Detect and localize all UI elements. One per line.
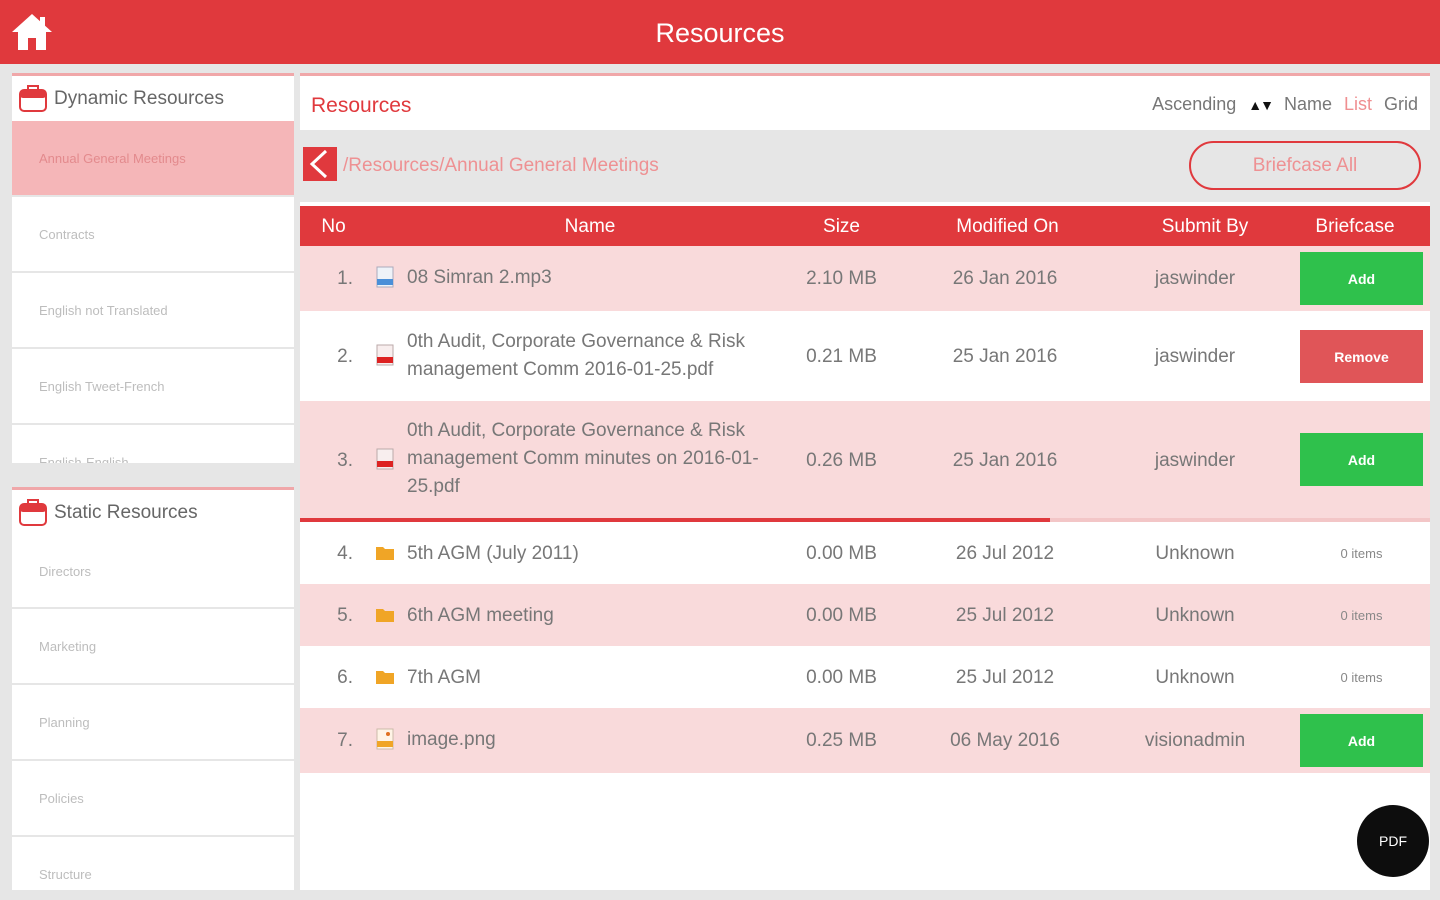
sort-arrows-icon[interactable]: ▲▼ (1248, 97, 1274, 113)
file-size: 2.10 MB (806, 268, 877, 289)
modified-date: 26 Jul 2012 (955, 543, 1055, 564)
file-name[interactable]: 0th Audit, Corporate Governance & Risk m… (407, 328, 782, 384)
folder-icon (376, 671, 394, 684)
briefcase-icon (19, 498, 47, 526)
dynamic-resources-title: Dynamic Resources (54, 87, 224, 109)
sidebar-item-english-tweet-french[interactable]: English Tweet-French (12, 349, 294, 425)
table-row[interactable]: 4. 5th AGM (July 2011) 0.00 MB 26 Jul 20… (300, 522, 1430, 584)
view-list-button[interactable]: List (1344, 94, 1372, 115)
modified-date: 25 Jul 2012 (955, 667, 1055, 688)
modified-date: 25 Jan 2016 (952, 450, 1058, 471)
row-number: 7. (337, 730, 353, 751)
row-number: 2. (337, 346, 353, 367)
add-to-briefcase-button[interactable]: Add (1300, 714, 1423, 767)
submitted-by: visionadmin (1144, 730, 1246, 751)
file-size: 0.00 MB (806, 667, 877, 688)
column-header-modified-on[interactable]: Modified On (920, 216, 1095, 238)
column-header-briefcase[interactable]: Briefcase (1290, 216, 1420, 238)
submitted-by: jaswinder (1154, 346, 1236, 367)
folder-name[interactable]: 6th AGM meeting (407, 602, 782, 630)
page-title: Resources (311, 94, 412, 117)
sidebar-item-directors[interactable]: Directors (12, 535, 294, 609)
submitted-by: Unknown (1155, 605, 1235, 626)
submitted-by: Unknown (1155, 667, 1235, 688)
dynamic-resources-panel: Dynamic Resources Annual General Meeting… (12, 73, 294, 463)
sidebar-item-structure[interactable]: Structure (12, 837, 294, 890)
modified-date: 25 Jul 2012 (955, 605, 1055, 626)
row-number: 1. (337, 268, 353, 289)
app-title: Resources (655, 18, 785, 48)
sidebar-item-planning[interactable]: Planning (12, 685, 294, 761)
modified-date: 26 Jan 2016 (952, 268, 1058, 289)
column-header-no[interactable]: No (300, 216, 367, 238)
main-header: Resources Ascending ▲▼ Name List Grid (300, 76, 1430, 130)
file-name[interactable]: 0th Audit, Corporate Governance & Risk m… (407, 417, 782, 501)
static-resources-panel: Static Resources Directors Marketing Pla… (12, 487, 294, 890)
pdf-file-icon (376, 344, 394, 366)
folder-item-count: 0 items (1340, 546, 1383, 561)
submitted-by: jaswinder (1154, 450, 1236, 471)
modified-date: 25 Jan 2016 (952, 346, 1058, 367)
top-bar: Resources (0, 0, 1440, 64)
submitted-by: Unknown (1155, 543, 1235, 564)
pdf-export-button[interactable]: PDF (1357, 805, 1429, 877)
add-to-briefcase-button[interactable]: Add (1300, 433, 1423, 486)
file-name[interactable]: image.png (407, 726, 782, 754)
image-file-icon (376, 728, 394, 750)
table-row[interactable]: 2. 0th Audit, Corporate Governance & Ris… (300, 311, 1430, 401)
main-panel: Resources Ascending ▲▼ Name List Grid /R… (300, 73, 1430, 890)
sidebar-item-contracts[interactable]: Contracts (12, 197, 294, 273)
add-to-briefcase-button[interactable]: Add (1300, 252, 1423, 305)
sort-bar: Ascending ▲▼ Name List Grid (1140, 94, 1418, 115)
folder-name[interactable]: 5th AGM (July 2011) (407, 540, 782, 568)
view-grid-button[interactable]: Grid (1384, 94, 1418, 115)
file-name[interactable]: 08 Simran 2.mp3 (407, 264, 782, 292)
file-size: 0.21 MB (806, 346, 877, 367)
audio-file-icon (376, 266, 394, 288)
sort-field-name[interactable]: Name (1284, 94, 1332, 115)
chevron-left-icon (309, 149, 328, 179)
file-size: 0.25 MB (806, 730, 877, 751)
table-header: No Name Size Modified On Submit By Brief… (300, 206, 1430, 246)
sidebar-item-annual-general-meetings[interactable]: Annual General Meetings (12, 121, 294, 197)
sidebar-item-english-not-translated[interactable]: English not Translated (12, 273, 294, 349)
table-row[interactable]: 6. 7th AGM 0.00 MB 25 Jul 2012 Unknown 0… (300, 646, 1430, 708)
folder-name[interactable]: 7th AGM (407, 664, 782, 692)
row-number: 3. (337, 450, 353, 471)
modified-date: 06 May 2016 (950, 730, 1060, 751)
table-row[interactable]: 7. image.png 0.25 MB 06 May 2016 visiona… (300, 708, 1430, 773)
briefcase-icon (19, 84, 47, 112)
file-size: 0.00 MB (806, 543, 877, 564)
folder-item-count: 0 items (1340, 670, 1383, 685)
row-number: 6. (337, 667, 353, 688)
table-row[interactable]: 5. 6th AGM meeting 0.00 MB 25 Jul 2012 U… (300, 584, 1430, 646)
breadcrumb: /Resources/Annual General Meetings (343, 155, 659, 176)
column-header-name[interactable]: Name (480, 216, 700, 238)
folder-icon (376, 547, 394, 560)
dynamic-resources-header: Dynamic Resources (12, 76, 294, 121)
back-button[interactable] (303, 147, 337, 181)
row-number: 4. (337, 543, 353, 564)
table-row[interactable]: 3. 0th Audit, Corporate Governance & Ris… (300, 401, 1430, 518)
static-resources-title: Static Resources (54, 501, 198, 523)
breadcrumb-bar: /Resources/Annual General Meetings Brief… (300, 130, 1430, 202)
remove-from-briefcase-button[interactable]: Remove (1300, 330, 1423, 383)
column-header-submit-by[interactable]: Submit By (1120, 216, 1290, 238)
folder-item-count: 0 items (1340, 608, 1383, 623)
sort-order-toggle[interactable]: Ascending (1152, 94, 1236, 115)
table-row[interactable]: 1. 08 Simran 2.mp3 2.10 MB 26 Jan 2016 j… (300, 246, 1430, 311)
folder-icon (376, 609, 394, 622)
file-size: 0.26 MB (806, 450, 877, 471)
sidebar-item-english-english[interactable]: English-English (12, 425, 294, 464)
row-number: 5. (337, 605, 353, 626)
briefcase-all-button[interactable]: Briefcase All (1189, 141, 1421, 190)
sidebar-item-policies[interactable]: Policies (12, 761, 294, 837)
static-resources-header: Static Resources (12, 490, 294, 535)
file-size: 0.00 MB (806, 605, 877, 626)
submitted-by: jaswinder (1154, 268, 1236, 289)
sidebar-item-marketing[interactable]: Marketing (12, 609, 294, 685)
pdf-file-icon (376, 448, 394, 470)
column-header-size[interactable]: Size (780, 216, 903, 238)
